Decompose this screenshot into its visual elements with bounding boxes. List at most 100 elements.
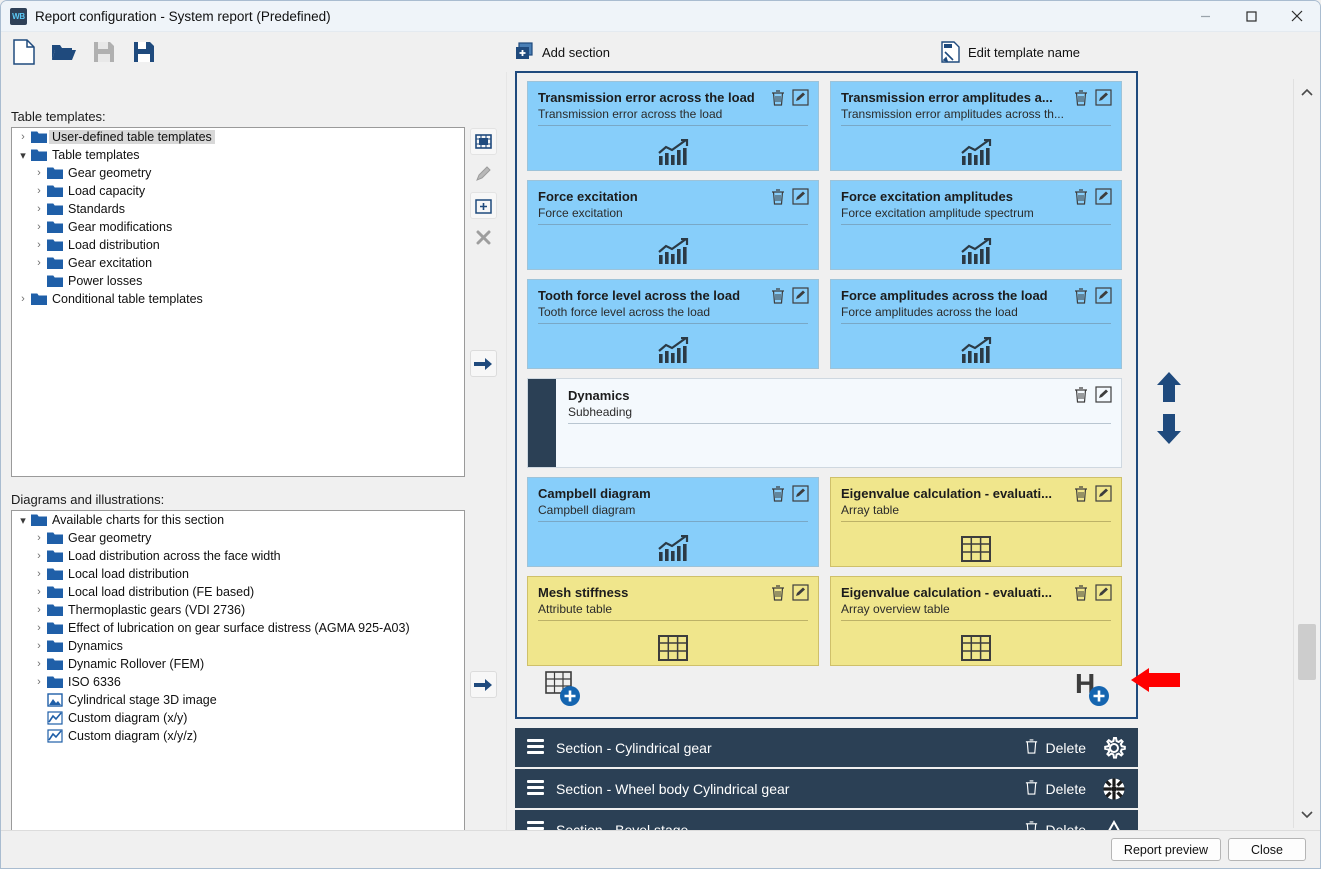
trash-icon[interactable] (1073, 485, 1089, 505)
edit-pencil-icon[interactable] (792, 188, 809, 208)
chevron-right-icon[interactable]: › (31, 550, 47, 562)
scrollbar-thumb[interactable] (1298, 624, 1316, 680)
tree-item-dynamic-rollover-fem[interactable]: ›Dynamic Rollover (FEM) (12, 655, 464, 673)
trash-icon[interactable] (1073, 287, 1089, 307)
edit-pencil-icon[interactable] (1095, 188, 1112, 208)
edit-pencil-icon[interactable] (792, 485, 809, 505)
chevron-right-icon[interactable]: › (31, 586, 47, 598)
chevron-right-icon[interactable]: › (31, 622, 47, 634)
trash-icon[interactable] (770, 485, 786, 505)
chevron-right-icon[interactable]: › (15, 131, 31, 143)
edit-pencil-icon[interactable] (1095, 386, 1112, 406)
close-button[interactable]: Close (1228, 838, 1306, 861)
main-scrollbar[interactable] (1293, 79, 1319, 828)
section-row[interactable]: Section - Wheel body Cylindrical gearDel… (515, 769, 1138, 810)
report-preview-button[interactable]: Report preview (1111, 838, 1221, 861)
tree-item-custom-diagram-x-y[interactable]: Custom diagram (x/y) (12, 709, 464, 727)
report-item-card[interactable]: Eigenvalue calculation - evaluati...Arra… (830, 477, 1122, 567)
save-as-icon[interactable] (129, 37, 159, 67)
move-tables-to-section-button[interactable] (470, 350, 497, 377)
edit-pencil-icon[interactable] (1095, 89, 1112, 109)
tree-item-standards[interactable]: ›Standards (12, 200, 464, 218)
add-table-button[interactable] (545, 669, 583, 710)
trash-icon[interactable] (1073, 89, 1089, 109)
tree-item-local-load-distribution[interactable]: ›Local load distribution (12, 565, 464, 583)
add-section-button[interactable]: Add section (515, 42, 610, 62)
report-item-card[interactable]: Tooth force level across the loadTooth f… (527, 279, 819, 369)
chevron-right-icon[interactable]: › (31, 185, 47, 197)
subheading-card[interactable]: Dynamics Subheading (527, 378, 1122, 468)
chevron-right-icon[interactable]: › (31, 604, 47, 616)
section-delete-button[interactable]: Delete (1024, 738, 1086, 757)
drag-handle-icon[interactable] (527, 739, 544, 757)
edit-template-name-button[interactable]: Edit template name (941, 41, 1080, 63)
tree-item-local-load-distribution-fe-based[interactable]: ›Local load distribution (FE based) (12, 583, 464, 601)
report-item-card[interactable]: Force excitation amplitudesForce excitat… (830, 180, 1122, 270)
tree-item-power-losses[interactable]: Power losses (12, 272, 464, 290)
chevron-right-icon[interactable]: › (31, 658, 47, 670)
table-templates-tree[interactable]: ›User-defined table templates▾Table temp… (11, 127, 465, 477)
tree-item-conditional-table-templates[interactable]: ›Conditional table templates (12, 290, 464, 308)
trash-icon[interactable] (1073, 584, 1089, 604)
tree-item-gear-geometry[interactable]: ›Gear geometry (12, 164, 464, 182)
trash-icon[interactable] (770, 89, 786, 109)
tree-item-dynamics[interactable]: ›Dynamics (12, 637, 464, 655)
chevron-down-icon[interactable]: ▾ (15, 149, 31, 162)
chevron-right-icon[interactable]: › (31, 257, 47, 269)
add-folder-icon[interactable] (470, 192, 497, 219)
chevron-right-icon[interactable]: › (31, 167, 47, 179)
report-item-card[interactable]: Transmission error across the loadTransm… (527, 81, 819, 171)
report-item-card[interactable]: Campbell diagramCampbell diagram (527, 477, 819, 567)
diagrams-tree[interactable]: ▾Available charts for this section›Gear … (11, 510, 465, 858)
minimize-icon[interactable] (1182, 1, 1228, 32)
section-delete-button[interactable]: Delete (1024, 779, 1086, 798)
section-type-icon[interactable] (1102, 777, 1126, 801)
maximize-icon[interactable] (1228, 1, 1274, 32)
close-icon[interactable] (1274, 1, 1320, 32)
chevron-right-icon[interactable]: › (31, 221, 47, 233)
chevron-right-icon[interactable]: › (31, 568, 47, 580)
tree-item-table-templates[interactable]: ▾Table templates (12, 146, 464, 164)
tree-item-gear-geometry[interactable]: ›Gear geometry (12, 529, 464, 547)
chevron-right-icon[interactable]: › (31, 640, 47, 652)
tree-item-load-distribution-across-the-face-width[interactable]: ›Load distribution across the face width (12, 547, 464, 565)
edit-pencil-icon[interactable] (1095, 584, 1112, 604)
tree-item-gear-excitation[interactable]: ›Gear excitation (12, 254, 464, 272)
drag-handle-icon[interactable] (527, 780, 544, 798)
report-item-card[interactable]: Force excitationForce excitation (527, 180, 819, 270)
move-down-button[interactable] (1151, 411, 1187, 447)
tree-item-iso-6336[interactable]: ›ISO 6336 (12, 673, 464, 691)
new-document-icon[interactable] (9, 37, 39, 67)
save-icon[interactable] (89, 37, 119, 67)
chevron-right-icon[interactable]: › (31, 532, 47, 544)
report-item-card[interactable]: Mesh stiffnessAttribute table (527, 576, 819, 666)
tree-item-load-distribution[interactable]: ›Load distribution (12, 236, 464, 254)
tree-item-load-capacity[interactable]: ›Load capacity (12, 182, 464, 200)
add-heading-button[interactable]: H (1074, 669, 1112, 710)
report-item-card[interactable]: Eigenvalue calculation - evaluati...Arra… (830, 576, 1122, 666)
edit-pencil-icon[interactable] (792, 584, 809, 604)
section-row[interactable]: Section - Cylindrical gearDelete (515, 728, 1138, 769)
trash-icon[interactable] (770, 584, 786, 604)
configure-table-icon[interactable] (470, 128, 497, 155)
trash-icon[interactable] (1073, 188, 1089, 208)
scroll-up-icon[interactable] (1294, 79, 1319, 105)
scroll-down-icon[interactable] (1294, 802, 1319, 828)
chevron-down-icon[interactable]: ▾ (15, 514, 31, 527)
tree-item-user-defined-table-templates[interactable]: ›User-defined table templates (12, 128, 464, 146)
report-item-card[interactable]: Force amplitudes across the loadForce am… (830, 279, 1122, 369)
section-type-icon[interactable] (1102, 736, 1126, 760)
tree-item-available-charts-for-this-section[interactable]: ▾Available charts for this section (12, 511, 464, 529)
chevron-right-icon[interactable]: › (31, 203, 47, 215)
trash-icon[interactable] (1073, 386, 1089, 406)
edit-pencil-icon[interactable] (1095, 485, 1112, 505)
tree-item-gear-modifications[interactable]: ›Gear modifications (12, 218, 464, 236)
chevron-right-icon[interactable]: › (15, 293, 31, 305)
trash-icon[interactable] (770, 188, 786, 208)
trash-icon[interactable] (770, 287, 786, 307)
open-folder-icon[interactable] (49, 37, 79, 67)
chevron-right-icon[interactable]: › (31, 239, 47, 251)
tree-item-effect-of-lubrication-on-gear-surface-distress-agma-925-a03[interactable]: ›Effect of lubrication on gear surface d… (12, 619, 464, 637)
tree-item-cylindrical-stage-3d-image[interactable]: Cylindrical stage 3D image (12, 691, 464, 709)
tree-item-custom-diagram-x-y-z[interactable]: Custom diagram (x/y/z) (12, 727, 464, 745)
